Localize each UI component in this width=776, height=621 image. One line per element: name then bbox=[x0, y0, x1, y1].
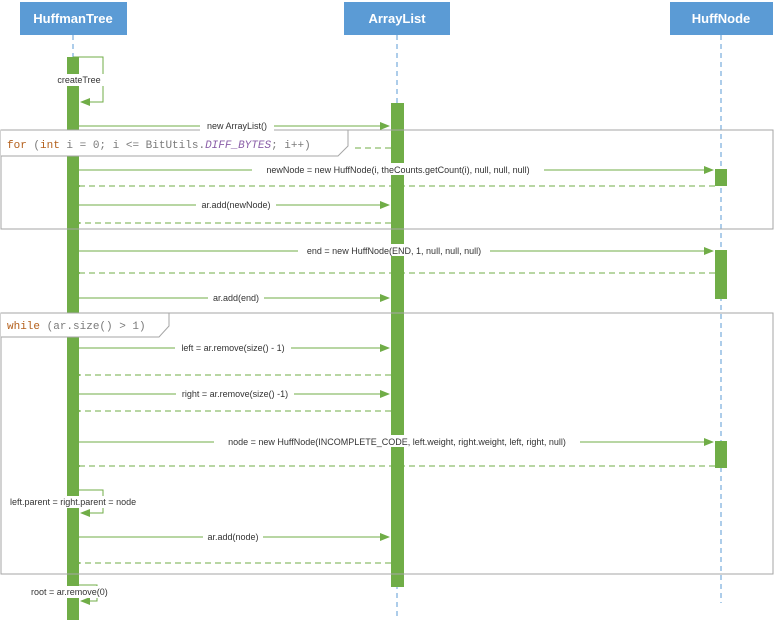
activation-arraylist bbox=[391, 103, 404, 587]
lifeline-arraylist-label: ArrayList bbox=[368, 11, 426, 26]
message-add-node: ar.add(node) bbox=[79, 530, 390, 542]
create-tree-label: createTree bbox=[57, 75, 100, 85]
for-keyword: for bbox=[7, 140, 27, 152]
root-remove-label: root = ar.remove(0) bbox=[31, 587, 108, 597]
for-end: ; i++) bbox=[271, 140, 311, 152]
lifeline-header-huffnode: HuffNode bbox=[670, 2, 773, 35]
lifeline-header-arraylist: ArrayList bbox=[344, 2, 450, 35]
message-add-end: ar.add(end) bbox=[79, 291, 390, 303]
add-end-label: ar.add(end) bbox=[213, 293, 259, 303]
message-left-remove: left = ar.remove(size() - 1) bbox=[79, 341, 390, 353]
activation-huffnode-2 bbox=[715, 250, 727, 299]
add-node-label: ar.add(node) bbox=[207, 532, 258, 542]
new-arraylist-label: new ArrayList() bbox=[207, 121, 267, 131]
end-node-label: end = new HuffNode(END, 1, null, null, n… bbox=[307, 246, 481, 256]
message-new-node: newNode = new HuffNode(i, theCounts.getC… bbox=[79, 163, 714, 175]
message-right-remove: right = ar.remove(size() -1) bbox=[79, 387, 390, 399]
for-mid: i = 0; i <= BitUtils. bbox=[60, 140, 205, 152]
for-loop-condition: for (int i = 0; i <= BitUtils.DIFF_BYTES… bbox=[7, 140, 311, 152]
right-remove-label: right = ar.remove(size() -1) bbox=[182, 389, 288, 399]
message-node-create: node = new HuffNode(INCOMPLETE_CODE, lef… bbox=[79, 435, 714, 447]
new-node-label: newNode = new HuffNode(i, theCounts.getC… bbox=[266, 165, 529, 175]
message-add-new-node: ar.add(newNode) bbox=[79, 198, 390, 210]
diff-bytes-constant: DIFF_BYTES bbox=[205, 140, 271, 152]
lifeline-header-huffmantree: HuffmanTree bbox=[20, 2, 127, 35]
activation-huffnode-3 bbox=[715, 441, 727, 468]
node-create-label: node = new HuffNode(INCOMPLETE_CODE, lef… bbox=[228, 437, 566, 447]
int-keyword: int bbox=[40, 140, 60, 152]
while-cond: (ar.size() > 1) bbox=[40, 321, 146, 333]
message-set-parents: left.parent = right.parent = node bbox=[8, 489, 154, 517]
sequence-diagram: HuffmanTree ArrayList HuffNode for (int … bbox=[0, 2, 774, 620]
while-loop-condition: while (ar.size() > 1) bbox=[7, 321, 146, 333]
for-open: ( bbox=[27, 140, 40, 152]
message-end-node: end = new HuffNode(END, 1, null, null, n… bbox=[79, 244, 714, 256]
add-new-node-label: ar.add(newNode) bbox=[201, 200, 270, 210]
message-new-arraylist: new ArrayList() bbox=[79, 119, 390, 131]
set-parents-label: left.parent = right.parent = node bbox=[10, 497, 136, 507]
lifeline-huffnode-label: HuffNode bbox=[692, 11, 751, 26]
for-loop-frame: for (int i = 0; i <= BitUtils.DIFF_BYTES… bbox=[0, 129, 774, 230]
left-remove-label: left = ar.remove(size() - 1) bbox=[181, 343, 284, 353]
activation-huffnode-1 bbox=[715, 169, 727, 186]
lifeline-huffmantree-label: HuffmanTree bbox=[33, 11, 112, 26]
while-keyword: while bbox=[7, 321, 40, 333]
